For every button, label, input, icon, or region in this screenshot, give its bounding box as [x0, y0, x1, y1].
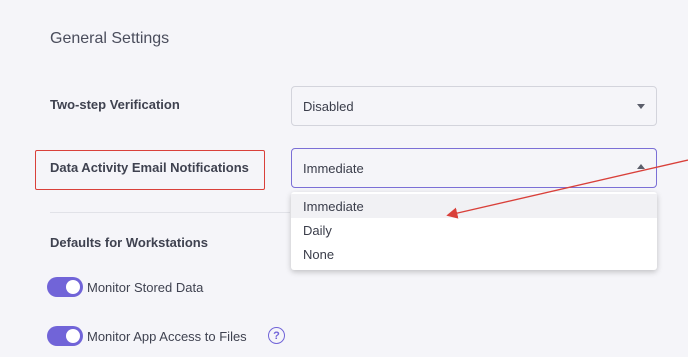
monitor-stored-data-toggle[interactable] [47, 277, 83, 297]
monitor-stored-data-label: Monitor Stored Data [87, 280, 204, 295]
section-divider [50, 212, 290, 213]
data-activity-notifications-select[interactable]: Immediate [291, 148, 657, 188]
toggle-knob [66, 280, 80, 294]
data-activity-notifications-value: Immediate [303, 161, 364, 176]
option-label: None [303, 247, 335, 262]
chevron-up-icon [637, 164, 645, 169]
monitor-app-access-label: Monitor App Access to Files [87, 329, 247, 344]
dropdown-option-daily[interactable]: Daily [291, 218, 657, 242]
option-label: Daily [303, 223, 332, 238]
chevron-down-icon [637, 104, 645, 109]
dropdown-option-immediate[interactable]: Immediate [291, 194, 657, 218]
notifications-dropdown-menu: Immediate Daily None [291, 192, 657, 270]
monitor-app-access-toggle[interactable] [47, 326, 83, 346]
two-step-verification-value: Disabled [303, 99, 354, 114]
dropdown-option-none[interactable]: None [291, 242, 657, 266]
two-step-verification-label: Two-step Verification [50, 97, 180, 112]
defaults-section-title: Defaults for Workstations [50, 235, 208, 250]
help-icon[interactable]: ? [268, 327, 285, 344]
data-activity-notifications-label: Data Activity Email Notifications [50, 160, 249, 175]
option-label: Immediate [303, 199, 364, 214]
page-title: General Settings [50, 30, 170, 47]
toggle-knob [66, 329, 80, 343]
two-step-verification-select[interactable]: Disabled [291, 86, 657, 126]
